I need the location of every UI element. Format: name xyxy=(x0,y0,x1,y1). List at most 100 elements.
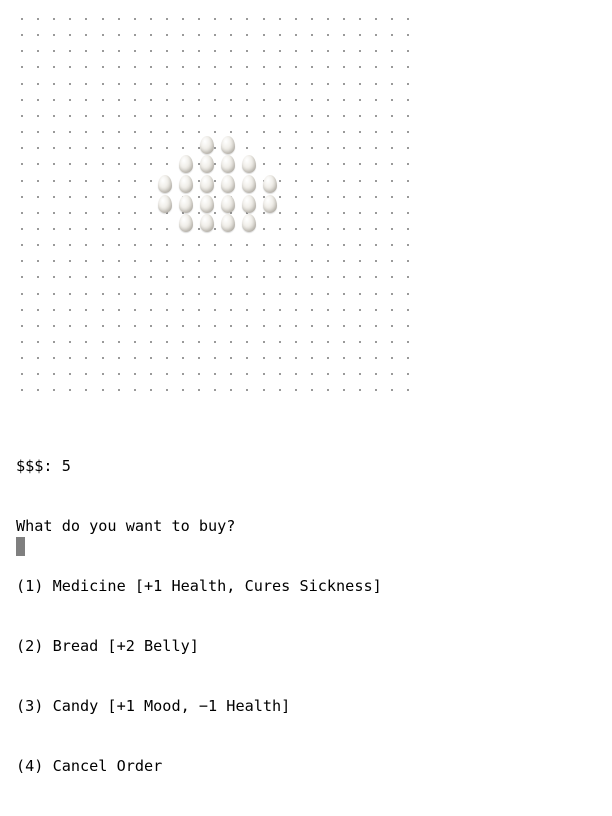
grid-dot xyxy=(101,244,104,247)
grid-dot xyxy=(391,389,394,392)
grid-dot xyxy=(37,324,40,327)
grid-dot xyxy=(310,357,313,360)
grid-dot xyxy=(391,50,394,53)
grid-dot xyxy=(326,276,329,279)
grid-dot xyxy=(278,163,281,166)
grid-dot xyxy=(117,179,120,182)
grid-dot xyxy=(133,244,136,247)
grid-dot xyxy=(133,341,136,343)
grid-dot xyxy=(133,260,136,263)
grid-dot xyxy=(294,114,297,117)
grid-dot xyxy=(85,324,88,327)
grid-dot xyxy=(85,50,88,53)
grid-dot xyxy=(37,211,40,214)
grid-dot xyxy=(391,147,394,150)
grid-dot xyxy=(53,308,56,311)
grid-dot xyxy=(69,163,72,166)
grid-dot xyxy=(246,98,249,101)
grid-dot xyxy=(53,260,56,263)
grid-dot xyxy=(359,195,362,198)
grid-dot xyxy=(133,66,136,69)
grid-dot xyxy=(310,276,313,279)
grid-dot xyxy=(149,357,152,360)
grid-dot xyxy=(53,163,56,166)
grid-dot xyxy=(375,179,378,182)
grid-dot xyxy=(198,34,201,37)
grid-dot xyxy=(21,341,23,343)
grid-dot xyxy=(278,373,281,376)
grid-dot xyxy=(53,114,56,117)
terminal-window[interactable]: $$$: 5 What do you want to buy? (1) Medi… xyxy=(0,0,612,775)
grid-dot xyxy=(85,147,88,150)
grid-dot xyxy=(117,114,120,117)
grid-dot xyxy=(230,18,233,20)
grid-dot xyxy=(278,341,281,343)
grid-dot xyxy=(407,195,410,198)
grid-dot xyxy=(343,227,345,230)
grid-dot xyxy=(294,227,297,230)
grid-dot xyxy=(21,373,23,376)
grid-dot xyxy=(21,389,23,392)
grid-dot xyxy=(230,66,233,69)
grid-dot xyxy=(407,211,410,214)
grid-dot xyxy=(375,131,378,133)
grid-dot xyxy=(343,34,345,37)
grid-dot xyxy=(182,50,184,53)
grid-dot xyxy=(149,244,152,247)
grid-dot xyxy=(278,66,281,69)
grid-dot xyxy=(407,66,410,69)
grid-dot xyxy=(117,324,120,327)
grid-dot xyxy=(278,179,281,182)
grid-dot xyxy=(165,227,168,230)
text-cursor[interactable] xyxy=(16,537,25,556)
grid-dot xyxy=(149,147,152,150)
grid-dot xyxy=(133,373,136,376)
grid-dot xyxy=(407,34,410,37)
grid-dot xyxy=(391,163,394,166)
grid-dot xyxy=(391,227,394,230)
grid-dot xyxy=(165,34,168,37)
grid-dot xyxy=(37,357,40,360)
grid-dot xyxy=(198,357,201,360)
grid-dot xyxy=(37,34,40,37)
grid-dot xyxy=(165,66,168,69)
grid-dot xyxy=(117,211,120,214)
grid-dot xyxy=(101,179,104,182)
grid-dot xyxy=(21,357,23,360)
grid-dot xyxy=(85,373,88,376)
grid-dot xyxy=(37,276,40,279)
grid-dot xyxy=(182,389,184,392)
grid-dot xyxy=(278,211,281,214)
egg-sprite xyxy=(200,175,214,193)
grid-dot xyxy=(230,50,233,53)
grid-dot xyxy=(214,324,217,327)
grid-dot xyxy=(53,179,56,182)
grid-dot xyxy=(69,98,72,101)
grid-dot xyxy=(294,195,297,198)
grid-dot xyxy=(375,211,378,214)
grid-dot xyxy=(310,98,313,101)
grid-dot xyxy=(85,389,88,392)
grid-dot xyxy=(343,131,345,133)
grid-dot xyxy=(53,357,56,360)
grid-dot xyxy=(117,357,120,360)
grid-dot xyxy=(246,324,249,327)
egg-sprite xyxy=(200,214,214,232)
grid-dot xyxy=(69,389,72,392)
grid-dot xyxy=(262,357,265,360)
grid-dot xyxy=(149,292,152,295)
grid-dot xyxy=(214,18,217,20)
grid-dot xyxy=(391,357,394,360)
option-candy: (3) Candy [+1 Mood, −1 Health] xyxy=(16,697,291,715)
grid-dot xyxy=(85,227,88,230)
egg-sprite xyxy=(221,175,235,193)
grid-dot xyxy=(246,341,249,343)
grid-dot xyxy=(133,292,136,295)
grid-dot xyxy=(165,244,168,247)
grid-dot xyxy=(294,82,297,85)
grid-dot xyxy=(165,357,168,360)
grid-dot xyxy=(278,98,281,101)
grid-dot xyxy=(69,66,72,69)
grid-dot xyxy=(69,82,72,85)
grid-dot xyxy=(133,34,136,37)
